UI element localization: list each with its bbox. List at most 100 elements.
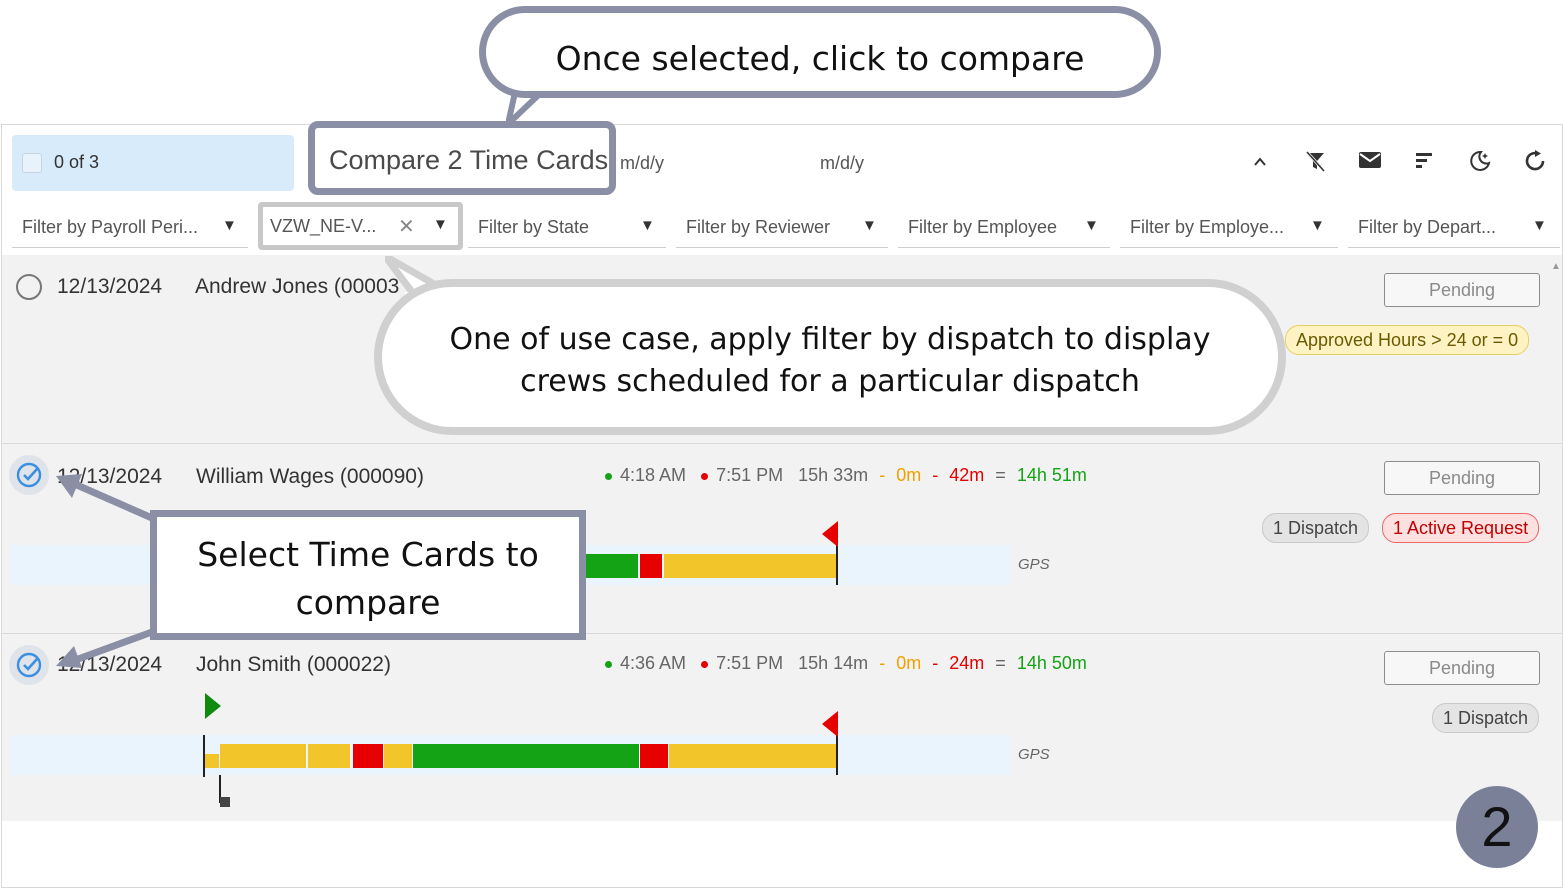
time-summary: 4:36 AM 7:51 PM 15h 14m - 0m - 24m = 14h… — [605, 653, 1087, 674]
timeline-segment — [640, 744, 668, 768]
mail-icon[interactable] — [1356, 149, 1384, 177]
status-badge[interactable]: Pending — [1384, 651, 1540, 685]
department-filter[interactable]: Filter by Depart... ▼ — [1348, 207, 1560, 248]
end-time: 7:51 PM — [716, 653, 784, 673]
timeline-track — [10, 693, 1010, 807]
start-time: 4:18 AM — [620, 465, 687, 485]
timeline-segment — [664, 554, 836, 578]
night-mode-icon[interactable] — [1466, 149, 1494, 177]
filter-label: Filter by Payroll Peri... — [22, 217, 199, 237]
employee-name[interactable]: Andrew Jones (00003 — [195, 275, 399, 299]
dropdown-arrow-icon[interactable]: ▼ — [862, 217, 877, 234]
scrollbar-up-arrow[interactable]: ▲ — [1551, 261, 1561, 272]
state-filter[interactable]: Filter by State ▼ — [468, 207, 666, 248]
sort-icon[interactable] — [1411, 149, 1439, 177]
deduct-time: 24m — [949, 653, 985, 673]
status-badge[interactable]: Pending — [1384, 273, 1540, 307]
annotation-text: One of use case, apply filter by dispatc… — [382, 319, 1278, 403]
deduct-time: 42m — [949, 465, 985, 485]
refresh-icon[interactable] — [1521, 149, 1549, 177]
row-date: 12/13/2024 — [57, 275, 163, 298]
start-dot-icon — [605, 472, 612, 480]
time-summary: 4:18 AM 7:51 PM 15h 33m - 0m - 42m = 14h… — [605, 465, 1087, 486]
gps-label: GPS — [1018, 746, 1050, 763]
pointer-arrows — [52, 470, 162, 675]
end-flag-icon — [822, 521, 840, 552]
step-number-badge: 2 — [1456, 786, 1538, 868]
end-dot-icon — [701, 660, 709, 668]
dropdown-arrow-icon[interactable]: ▼ — [1532, 217, 1547, 234]
filter-label: Filter by Depart... — [1358, 217, 1497, 237]
start-flag-icon — [203, 693, 221, 724]
start-dot-icon — [605, 660, 612, 668]
annotation-line: One of use case, apply filter by dispatc… — [449, 322, 1211, 357]
dropdown-arrow-icon[interactable]: ▼ — [640, 217, 655, 234]
filter-label: Filter by Employe... — [1130, 217, 1285, 237]
timeline-segment — [640, 554, 662, 578]
separator: - — [879, 653, 886, 673]
employee-name[interactable]: William Wages (000090) — [196, 465, 424, 489]
row-select-checkbox[interactable] — [9, 645, 49, 685]
total-time: 15h 33m — [798, 465, 869, 485]
timeline-segment — [413, 744, 639, 768]
gps-label: GPS — [1018, 556, 1050, 573]
compare-time-cards-button[interactable]: Compare 2 Time Cards — [308, 121, 616, 195]
annotation-callout-left: Select Time Cards to compare — [150, 510, 586, 640]
annotation-line: compare — [295, 583, 441, 622]
start-date-input[interactable]: m/d/y — [620, 153, 664, 174]
reviewer-filter[interactable]: Filter by Reviewer ▼ — [676, 207, 888, 248]
separator: - — [932, 653, 939, 673]
annotation-text: Once selected, click to compare — [555, 39, 1085, 78]
filter-label: Filter by Reviewer — [686, 217, 831, 237]
clear-filter-icon[interactable] — [1301, 149, 1329, 177]
annotation-text: Select Time Cards to compare — [157, 531, 579, 627]
filter-value: VZW_NE-V... — [270, 216, 377, 236]
active-request-chip[interactable]: 1 Active Request — [1382, 513, 1540, 543]
time-card-row[interactable]: 12/13/2024 John Smith (000022) 4:36 AM 7… — [2, 633, 1562, 821]
row-select-checkbox[interactable] — [9, 455, 49, 495]
end-flag-icon — [822, 711, 840, 742]
filter-bar: Filter by Payroll Peri... ▼ VZW_NE-V... … — [2, 199, 1562, 251]
dropdown-arrow-icon[interactable]: ▼ — [1084, 217, 1099, 234]
total-time: 15h 14m — [798, 653, 869, 673]
end-time: 7:51 PM — [716, 465, 784, 485]
dispatch-filter[interactable]: VZW_NE-V... ✕ ▼ — [258, 202, 463, 250]
chevron-up-icon[interactable] — [1246, 149, 1274, 177]
timeline-segment — [220, 744, 306, 768]
net-time: 14h 51m — [1016, 465, 1087, 485]
equals: = — [995, 465, 1006, 485]
timeline-segment — [308, 744, 350, 768]
dispatch-chip[interactable]: 1 Dispatch — [1432, 703, 1540, 733]
dropdown-arrow-icon[interactable]: ▼ — [433, 216, 448, 233]
dropdown-arrow-icon[interactable]: ▼ — [222, 217, 237, 234]
break-time: 0m — [896, 465, 922, 485]
employee-type-filter[interactable]: Filter by Employe... ▼ — [1120, 207, 1338, 248]
timeline-segment — [384, 744, 412, 768]
warning-chip: Approved Hours > 24 or = 0 — [1285, 325, 1530, 355]
date-range[interactable]: m/d/y m/d/y — [616, 135, 1010, 191]
compare-button-label: Compare 2 Time Cards — [329, 145, 609, 175]
timeline-segment — [669, 744, 836, 768]
timeline-segment — [205, 754, 219, 768]
net-time: 14h 50m — [1016, 653, 1087, 673]
break-time: 0m — [896, 653, 922, 673]
end-dot-icon — [701, 472, 709, 480]
timeline-segment — [353, 744, 383, 768]
payroll-period-filter[interactable]: Filter by Payroll Peri... ▼ — [12, 207, 248, 248]
employee-name[interactable]: John Smith (000022) — [196, 653, 391, 677]
start-time: 4:36 AM — [620, 653, 687, 673]
filter-label: Filter by Employee — [908, 217, 1058, 237]
dropdown-arrow-icon[interactable]: ▼ — [1310, 217, 1325, 234]
select-all-checkbox[interactable] — [22, 153, 42, 173]
employee-filter[interactable]: Filter by Employee ▼ — [898, 207, 1110, 248]
row-select-radio[interactable] — [16, 274, 42, 300]
status-badge[interactable]: Pending — [1384, 461, 1540, 495]
annotation-line: Select Time Cards to — [197, 535, 539, 574]
annotation-bubble-middle: One of use case, apply filter by dispatc… — [374, 279, 1286, 435]
selection-bar[interactable]: 0 of 3 — [12, 135, 294, 191]
equals: = — [995, 653, 1006, 673]
end-date-input[interactable]: m/d/y — [820, 153, 864, 174]
dispatch-chip[interactable]: 1 Dispatch — [1262, 513, 1370, 543]
clear-icon[interactable]: ✕ — [398, 214, 415, 239]
timeline-tick-marker — [220, 797, 230, 807]
